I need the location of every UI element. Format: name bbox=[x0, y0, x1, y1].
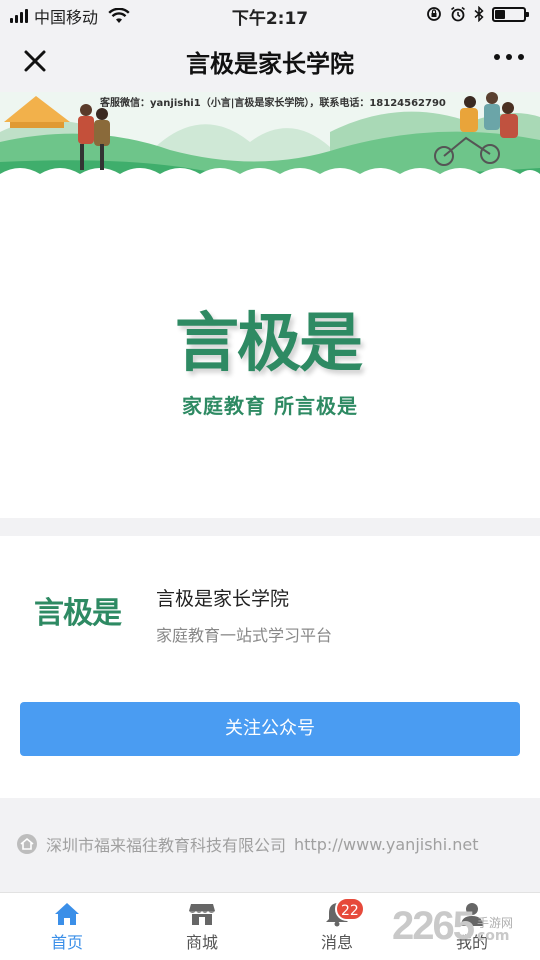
tab-home-label: 首页 bbox=[50, 933, 83, 952]
company-footer: 深圳市福来福往教育科技有限公司 http://www.yanjishi.net bbox=[0, 826, 540, 862]
tab-home[interactable]: 首页 bbox=[17, 893, 117, 960]
site-watermark: 2265 手游网 com bbox=[392, 904, 513, 949]
account-name: 言极是家长学院 bbox=[156, 588, 290, 610]
company-name: 深圳市福来福往教育科技有限公司 bbox=[46, 836, 287, 855]
tab-shop-label: 商城 bbox=[185, 933, 218, 952]
rotation-lock-icon bbox=[427, 7, 441, 21]
follow-button[interactable]: 关注公众号 bbox=[20, 702, 520, 756]
account-logo: 言极是 bbox=[34, 596, 122, 631]
alarm-icon bbox=[451, 6, 465, 22]
watermark-side: 手游网 com bbox=[477, 917, 513, 943]
message-count-badge: 22 bbox=[335, 897, 365, 921]
hero-logo-section: 言极是 家庭教育 所言极是 bbox=[0, 184, 540, 518]
bluetooth-icon bbox=[474, 6, 484, 22]
battery-icon bbox=[492, 6, 529, 22]
brand-slogan: 家庭教育 所言极是 bbox=[182, 394, 358, 418]
home-icon bbox=[55, 903, 79, 925]
contact-info: 客服微信：yanjishi1（小言|言极是家长学院），联系电话：18124562… bbox=[100, 98, 446, 109]
status-right bbox=[426, 6, 529, 22]
shop-icon bbox=[189, 904, 215, 925]
header-banner: 客服微信：yanjishi1（小言|言极是家长学院），联系电话：18124562… bbox=[0, 92, 540, 184]
watermark-number: 2265 bbox=[392, 904, 475, 948]
more-icon[interactable] bbox=[494, 54, 524, 60]
tab-shop[interactable]: 商城 bbox=[152, 893, 252, 960]
status-bar: 中国移动 下午2:17 bbox=[0, 0, 540, 30]
company-url[interactable]: http://www.yanjishi.net bbox=[294, 835, 478, 854]
account-description: 家庭教育一站式学习平台 bbox=[156, 626, 333, 645]
nav-bar: 言极是家长学院 bbox=[0, 30, 540, 92]
home-circle-icon bbox=[17, 834, 37, 854]
account-card: 言极是 言极是家长学院 家庭教育一站式学习平台 关注公众号 bbox=[0, 536, 540, 798]
tab-messages-label: 消息 bbox=[320, 933, 353, 952]
watermark-site-com: com bbox=[476, 928, 510, 944]
page-title: 言极是家长学院 bbox=[186, 50, 354, 78]
tab-messages[interactable]: 22 消息 bbox=[287, 893, 387, 960]
brand-logo: 言极是 bbox=[175, 307, 363, 381]
